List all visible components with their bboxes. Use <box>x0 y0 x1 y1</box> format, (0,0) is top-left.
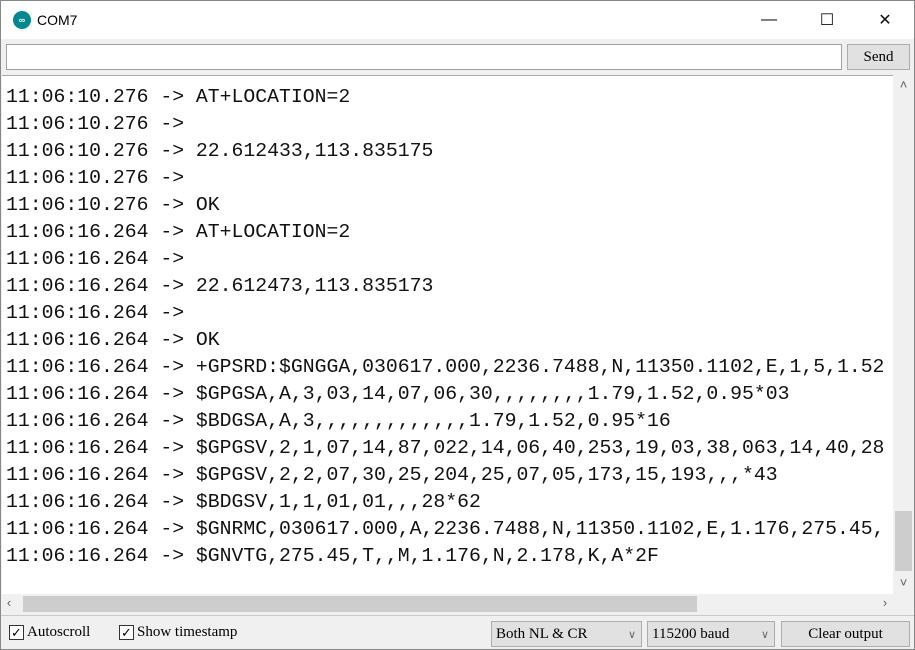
serial-output: 11:06:10.276 -> AT+LOCATION=2 11:06:10.27… <box>2 75 893 594</box>
output-line: 11:06:16.264 -> $GPGSA,A,3,03,14,07,06,3… <box>6 383 790 405</box>
minimize-button[interactable]: — <box>740 1 798 39</box>
checkmark-icon[interactable]: ✓ <box>9 625 24 640</box>
scroll-left-icon[interactable]: ‹ <box>2 595 16 610</box>
scroll-corner <box>893 594 914 614</box>
send-bar: Send <box>1 39 914 75</box>
vertical-scrollbar[interactable]: ˄ ˅ <box>893 75 914 594</box>
chevron-down-icon: ∨ <box>627 628 636 641</box>
checkmark-icon[interactable]: ✓ <box>119 625 134 640</box>
title-bar: ∞ COM7 — ☐ ✕ <box>1 1 914 39</box>
output-line: 11:06:16.264 -> AT+LOCATION=2 <box>6 221 351 243</box>
baud-select[interactable]: 115200 baud ∨ <box>647 621 775 647</box>
output-line: 11:06:10.276 -> OK <box>6 194 220 216</box>
output-line: 11:06:16.264 -> OK <box>6 329 220 351</box>
output-line: 11:06:16.264 -> <box>6 248 196 270</box>
output-line: 11:06:10.276 -> <box>6 167 196 189</box>
window-title: COM7 <box>37 12 78 28</box>
line-ending-select[interactable]: Both NL & CR ∨ <box>491 621 642 647</box>
footer-bar: ✓ Autoscroll ✓ Show timestamp Both NL & … <box>1 615 914 649</box>
horizontal-scroll-thumb[interactable] <box>23 596 697 612</box>
output-line: 11:06:10.276 -> <box>6 113 196 135</box>
output-line: 11:06:16.264 -> $BDGSA,A,3,,,,,,,,,,,,,1… <box>6 410 671 432</box>
output-line: 11:06:16.264 -> +GPSRD:$GNGGA,030617.000… <box>6 356 885 378</box>
serial-input[interactable] <box>6 44 842 70</box>
show-timestamp-label: Show timestamp <box>137 624 238 640</box>
scroll-down-icon[interactable]: ˅ <box>893 575 914 590</box>
output-line: 11:06:16.264 -> $GPGSV,2,1,07,14,87,022,… <box>6 437 885 459</box>
line-ending-value: Both NL & CR <box>496 625 588 642</box>
output-line: 11:06:10.276 -> 22.612433,113.835175 <box>6 140 434 162</box>
close-button[interactable]: ✕ <box>856 1 914 39</box>
autoscroll-checkbox[interactable]: ✓ Autoscroll <box>9 624 90 641</box>
output-line: 11:06:10.276 -> AT+LOCATION=2 <box>6 86 351 108</box>
show-timestamp-checkbox[interactable]: ✓ Show timestamp <box>119 624 237 641</box>
horizontal-scrollbar[interactable]: ‹ › <box>2 594 893 614</box>
autoscroll-label: Autoscroll <box>27 624 91 640</box>
vertical-scroll-thumb[interactable] <box>895 511 912 571</box>
arduino-icon: ∞ <box>13 11 31 29</box>
output-line: 11:06:16.264 -> $GNRMC,030617.000,A,2236… <box>6 518 885 540</box>
chevron-down-icon: ∨ <box>760 628 769 641</box>
output-line: 11:06:16.264 -> $BDGSV,1,1,01,01,,,28*62 <box>6 491 481 513</box>
output-lines: 11:06:10.276 -> AT+LOCATION=2 11:06:10.27… <box>6 76 885 570</box>
output-line: 11:06:16.264 -> $GNVTG,275.45,T,,M,1.176… <box>6 545 659 567</box>
scroll-up-icon[interactable]: ˄ <box>893 77 914 92</box>
send-button[interactable]: Send <box>847 44 910 70</box>
output-line: 11:06:16.264 -> <box>6 302 196 324</box>
clear-output-button[interactable]: Clear output <box>781 621 910 647</box>
baud-value: 115200 baud <box>652 625 730 642</box>
output-line: 11:06:16.264 -> $GPGSV,2,2,07,30,25,204,… <box>6 464 778 486</box>
maximize-button[interactable]: ☐ <box>798 1 856 39</box>
scroll-right-icon[interactable]: › <box>878 595 892 610</box>
output-line: 11:06:16.264 -> 22.612473,113.835173 <box>6 275 434 297</box>
